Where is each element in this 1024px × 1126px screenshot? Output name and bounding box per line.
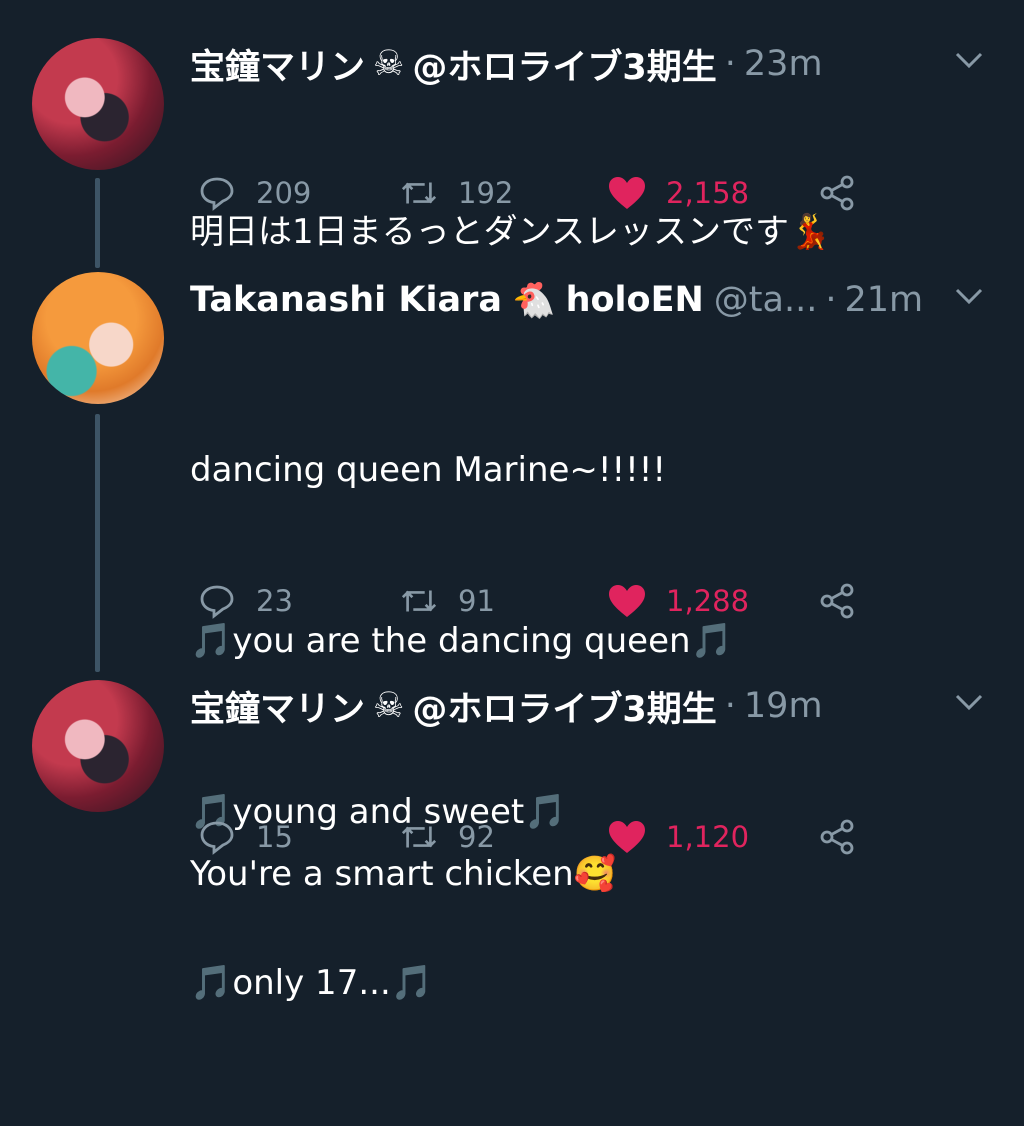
heart-icon [608, 174, 646, 212]
heart-icon [608, 582, 646, 620]
author-name[interactable]: Takanashi Kiara [190, 280, 502, 320]
reply-icon [198, 582, 236, 620]
share-icon [818, 582, 856, 620]
tweet-time[interactable]: 23m [744, 44, 823, 84]
author-name-suffix[interactable]: holoEN [566, 280, 704, 320]
reply-count: 209 [256, 176, 312, 210]
share-icon [818, 818, 856, 856]
share-button[interactable] [818, 168, 876, 218]
author-name[interactable]: 宝鐘マリン [190, 681, 365, 732]
author-emoji: ☠ [373, 686, 405, 726]
like-button[interactable]: 1,120 [608, 812, 749, 862]
reply-button[interactable]: 23 [198, 576, 293, 626]
tweet[interactable]: 宝鐘マリン ☠ @ホロライブ3期生 · 19m You're a smart c… [0, 642, 1024, 894]
retweet-count: 192 [458, 176, 514, 210]
tweet-time[interactable]: 19m [744, 686, 823, 726]
retweet-icon [400, 818, 438, 856]
reply-button[interactable]: 209 [198, 168, 311, 218]
author-emoji: ☠ [373, 44, 405, 84]
heart-icon [608, 818, 646, 856]
retweet-count: 92 [458, 820, 495, 854]
tweet-actions: 23 91 1,288 [190, 576, 890, 626]
reply-button[interactable]: 15 [198, 812, 293, 862]
tweet-text: You're a smart chicken🥰 [190, 732, 616, 1017]
reply-count: 23 [256, 584, 293, 618]
chevron-down-icon[interactable] [954, 286, 984, 306]
dot-separator: · [724, 44, 736, 84]
tweet[interactable]: Takanashi Kiara 🐔 holoEN @ta... · 21m da… [0, 236, 1024, 1003]
tweet-header: Takanashi Kiara 🐔 holoEN @ta... · 21m [190, 272, 984, 328]
like-button[interactable]: 1,288 [608, 576, 749, 626]
retweet-button[interactable]: 192 [400, 168, 513, 218]
tweet-header: 宝鐘マリン ☠ @ホロライブ3期生 · 23m [190, 36, 984, 92]
avatar[interactable] [32, 38, 164, 170]
tweet-actions: 209 192 2,158 [190, 168, 890, 218]
tweet-header: 宝鐘マリン ☠ @ホロライブ3期生 · 19m [190, 678, 984, 734]
share-button[interactable] [818, 576, 876, 626]
author-handle[interactable]: @ホロライブ3期生 [412, 681, 716, 732]
avatar[interactable] [32, 272, 164, 404]
tweet-actions: 15 92 1,120 [190, 812, 890, 862]
retweet-count: 91 [458, 584, 495, 618]
retweet-icon [400, 582, 438, 620]
timeline: 宝鐘マリン ☠ @ホロライブ3期生 · 23m 明日は1日まるっとダンスレッスン… [0, 0, 1024, 1003]
retweet-button[interactable]: 92 [400, 812, 495, 862]
like-count: 1,120 [666, 820, 750, 854]
dot-separator: · [825, 280, 837, 320]
like-count: 1,288 [666, 584, 750, 618]
avatar[interactable] [32, 680, 164, 812]
reply-count: 15 [256, 820, 293, 854]
like-button[interactable]: 2,158 [608, 168, 749, 218]
author-emoji: 🐔 [511, 280, 556, 321]
dot-separator: · [724, 686, 736, 726]
chevron-down-icon[interactable] [954, 50, 984, 70]
author-name[interactable]: 宝鐘マリン [190, 39, 365, 90]
author-handle[interactable]: @ta... [714, 280, 818, 320]
reply-icon [198, 818, 236, 856]
tweet-text-line: dancing queen Marine~!!!!! [190, 450, 667, 490]
retweet-icon [400, 174, 438, 212]
author-handle[interactable]: @ホロライブ3期生 [412, 39, 716, 90]
reply-icon [198, 174, 236, 212]
share-icon [818, 174, 856, 212]
share-button[interactable] [818, 812, 876, 862]
retweet-button[interactable]: 91 [400, 576, 495, 626]
chevron-down-icon[interactable] [954, 692, 984, 712]
tweet-time[interactable]: 21m [844, 280, 923, 320]
tweet[interactable]: 宝鐘マリン ☠ @ホロライブ3期生 · 23m 明日は1日まるっとダンスレッスン… [0, 0, 1024, 252]
like-count: 2,158 [666, 176, 750, 210]
